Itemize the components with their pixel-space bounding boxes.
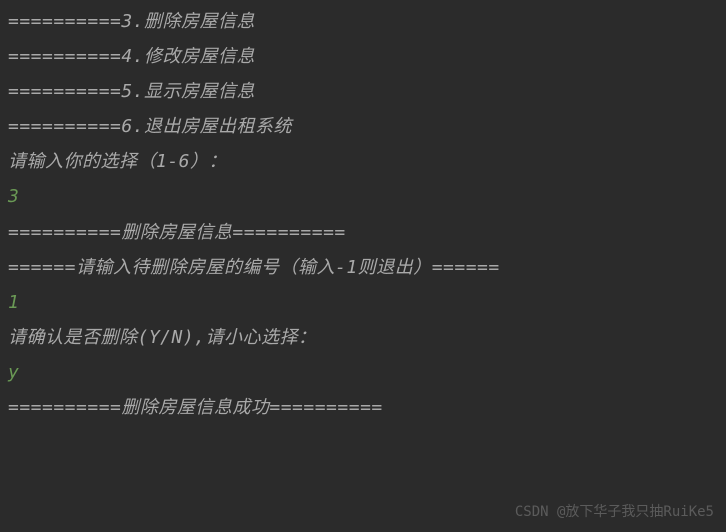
- user-input-id[interactable]: 1: [8, 285, 718, 320]
- user-input-choice[interactable]: 3: [8, 179, 718, 214]
- header-delete: ==========删除房屋信息==========: [8, 215, 718, 250]
- menu-item-4: ==========4.修改房屋信息: [8, 39, 718, 74]
- user-input-confirm[interactable]: y: [8, 355, 718, 390]
- prompt-id: ======请输入待删除房屋的编号（输入-1则退出）======: [8, 250, 718, 285]
- menu-item-5: ==========5.显示房屋信息: [8, 74, 718, 109]
- menu-item-6: ==========6.退出房屋出租系统: [8, 109, 718, 144]
- result-success: ==========删除房屋信息成功==========: [8, 390, 718, 425]
- prompt-choice: 请输入你的选择（1-6）：: [8, 144, 718, 179]
- watermark: CSDN @放下华子我只抽RuiKe5: [515, 499, 714, 526]
- prompt-confirm: 请确认是否删除(Y/N),请小心选择：: [8, 320, 718, 355]
- menu-item-3: ==========3.删除房屋信息: [8, 4, 718, 39]
